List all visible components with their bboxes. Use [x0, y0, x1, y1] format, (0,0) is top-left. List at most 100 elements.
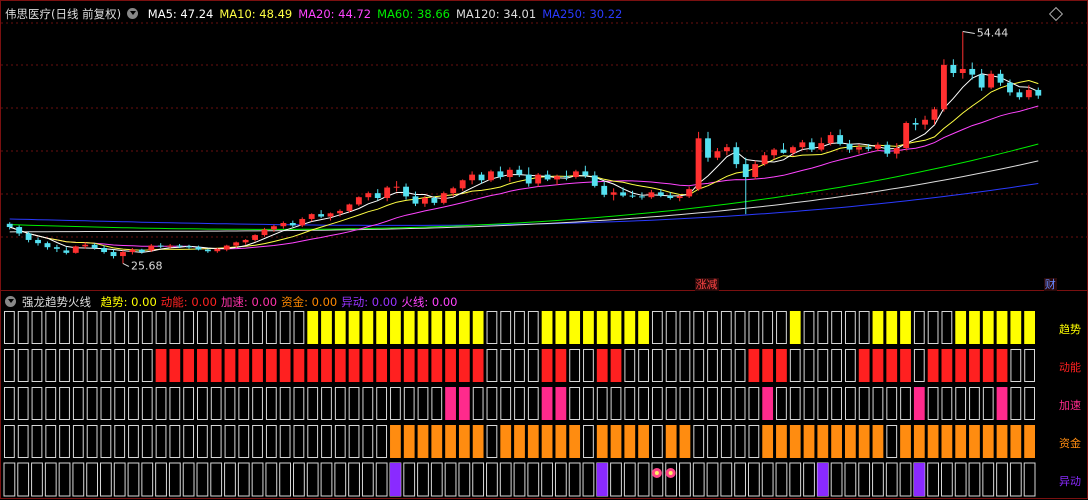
- indicator-bar-empty: [472, 387, 484, 420]
- indicator-bar-empty: [114, 425, 126, 458]
- indicator-bar-filled: [982, 349, 994, 382]
- indicator-bar-empty: [17, 462, 30, 497]
- candle-body: [780, 149, 787, 153]
- indicator-bar-empty: [1024, 387, 1035, 420]
- indicator-bar-empty: [127, 462, 140, 497]
- indicator-bar-filled: [872, 311, 884, 344]
- indicator-bar-filled: [872, 425, 884, 458]
- indicator-bar-filled: [417, 349, 429, 382]
- candle-body: [110, 252, 117, 257]
- indicator-bar-empty: [872, 462, 884, 497]
- indicator-bar-empty: [17, 311, 29, 344]
- indicator-bar-empty: [128, 349, 139, 382]
- candle-body: [299, 218, 306, 226]
- indicator-bar-empty: [514, 387, 525, 420]
- indicator-bar-empty: [31, 349, 43, 382]
- indicator-bar-filled: [555, 387, 567, 420]
- indicator-bar-empty: [348, 387, 360, 420]
- indicator-bar-empty: [141, 462, 154, 497]
- candle-body: [6, 223, 13, 228]
- indicator-bar-empty: [237, 462, 250, 497]
- indicator-bar-empty: [128, 387, 139, 420]
- indicator-bar-filled: [376, 349, 388, 382]
- indicator-bar-filled: [307, 311, 319, 344]
- indicator-bar-empty: [596, 387, 608, 420]
- event-marker[interactable]: 财: [1043, 278, 1057, 291]
- indicator-bar-filled: [555, 311, 567, 344]
- candle-body: [978, 74, 985, 88]
- indicator-bar-filled: [913, 425, 925, 458]
- candle-body: [242, 239, 249, 243]
- indicator-bar-empty: [789, 462, 802, 497]
- indicator-bar-empty: [665, 462, 678, 497]
- indicator-bar-empty: [265, 462, 278, 497]
- indicator-bar-filled: [969, 349, 980, 382]
- indicator-bar-empty: [183, 311, 195, 344]
- indicator-bar-empty: [128, 425, 139, 458]
- indicator-bar-empty: [776, 311, 787, 344]
- indicator-bar-empty: [431, 387, 443, 420]
- indicator-bar-empty: [831, 349, 842, 382]
- indicator-bar-empty: [1024, 349, 1035, 382]
- indicator-bar-empty: [141, 349, 153, 382]
- candle-body: [412, 196, 419, 204]
- indicator-bar-empty: [31, 462, 43, 497]
- candle-body: [733, 147, 740, 165]
- dropdown-icon[interactable]: [5, 296, 16, 307]
- indicator-bar-filled: [265, 349, 277, 382]
- low-price-arrow: [122, 263, 130, 267]
- ma-legend-item: MA60: 38.66: [377, 7, 450, 21]
- candle-body: [82, 244, 89, 247]
- chart-header: 伟思医疗(日线 前复权) MA5: 47.24 MA10: 48.49 MA20: …: [5, 5, 634, 23]
- candle-body: [167, 245, 174, 247]
- indicator-bar-filled: [624, 311, 636, 344]
- candle-body: [997, 73, 1004, 83]
- dropdown-icon[interactable]: [127, 8, 139, 19]
- indicator-bar-empty: [348, 462, 360, 497]
- indicator-bar-empty: [265, 387, 277, 420]
- indicator-bar-empty: [224, 462, 236, 497]
- indicator-bar-empty: [279, 462, 292, 497]
- indicator-bar-empty: [610, 462, 622, 497]
- indicator-bar-empty: [59, 425, 70, 458]
- indicator-bar-empty: [885, 462, 898, 497]
- indicator-bar-empty: [583, 425, 594, 458]
- indicator-bar-empty: [320, 462, 333, 497]
- indicator-bar-empty: [293, 462, 305, 497]
- indicator-bar-empty: [72, 349, 84, 382]
- indicator-bar-empty: [265, 311, 277, 344]
- candle-body: [554, 176, 560, 180]
- indicator-bar-empty: [169, 387, 181, 420]
- indicator-bar-empty: [444, 462, 457, 497]
- indicator-bar-empty: [734, 349, 746, 382]
- low-price-label: 25.68: [131, 259, 163, 272]
- indicator-bar-empty: [210, 425, 222, 458]
- indicator-bar-filled: [458, 387, 470, 420]
- indicator-bar-empty: [183, 387, 195, 420]
- candle-body: [440, 193, 447, 203]
- indicator-bar-empty: [251, 462, 264, 497]
- event-marker[interactable]: 涨减: [694, 278, 719, 291]
- candle-body: [591, 175, 598, 186]
- candle-body: [393, 186, 400, 188]
- indicator-bar-filled: [376, 311, 388, 344]
- indicator-bar-empty: [210, 462, 223, 497]
- candle-body: [186, 246, 192, 248]
- candle-body: [969, 68, 976, 75]
- indicator-bar-empty: [4, 349, 15, 382]
- indicator-bar-filled: [900, 349, 911, 382]
- indicator-bar-filled: [996, 425, 1008, 458]
- indicator-bar-empty: [128, 311, 139, 344]
- indicator-bar-empty: [334, 387, 346, 420]
- indicator-bar-empty: [293, 387, 305, 420]
- candle-body: [714, 151, 721, 158]
- indicator-bar-empty: [3, 462, 16, 497]
- indicator-bar-empty: [968, 462, 981, 497]
- indicator-bar-empty: [569, 387, 581, 420]
- candle-body: [204, 249, 211, 252]
- pane-divider[interactable]: [1, 290, 1088, 291]
- candle-body: [752, 164, 759, 178]
- candle-body: [705, 138, 711, 158]
- indicator-bar-filled: [900, 425, 911, 458]
- indicator-bar-filled: [500, 425, 512, 458]
